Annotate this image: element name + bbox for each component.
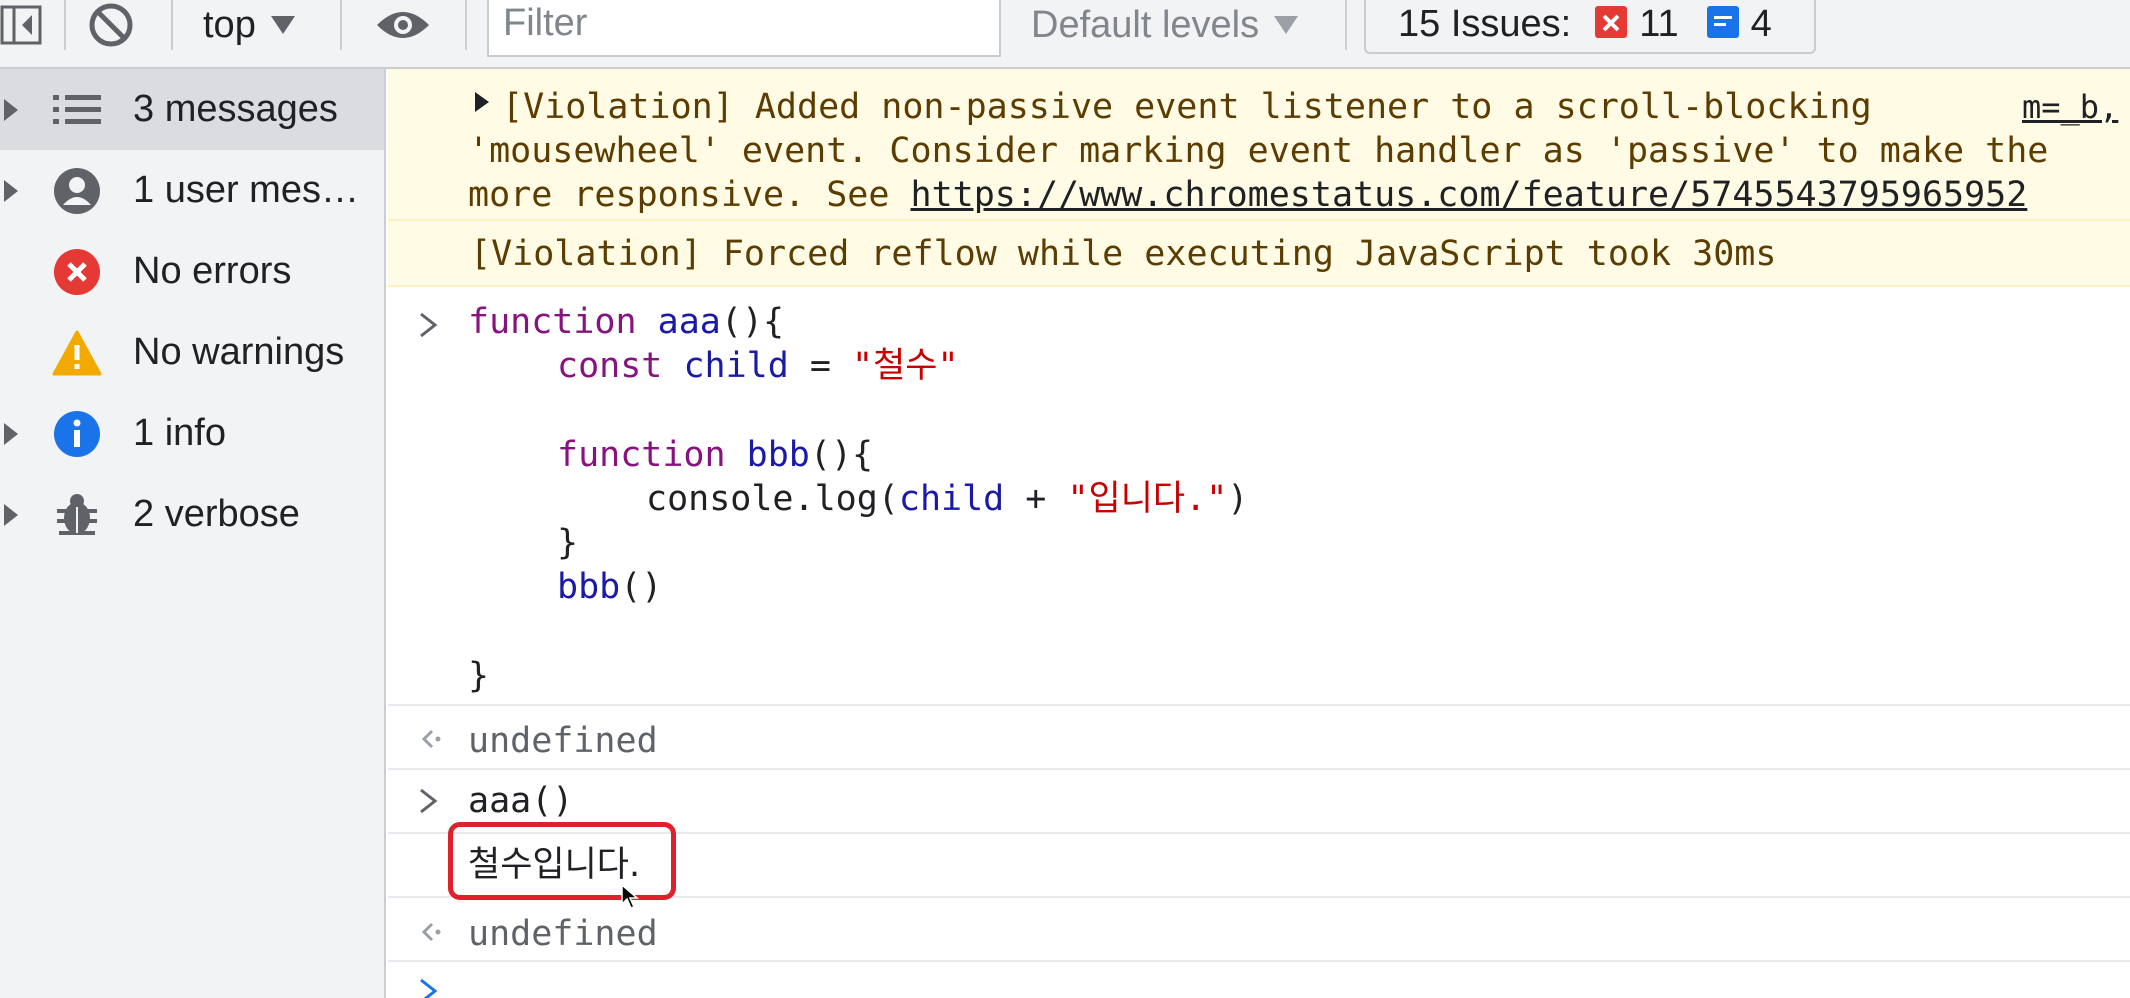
live-expression-eye-icon[interactable] — [375, 0, 431, 50]
violation-line-3: more responsive. See https://www.chromes… — [468, 173, 2027, 217]
context-label: top — [203, 3, 256, 46]
info-count: 4 — [1750, 2, 1772, 45]
expand-arrow-icon[interactable] — [4, 179, 18, 202]
sidebar-item-messages[interactable]: 3 messages — [0, 69, 384, 150]
violation-text: [Violation] Forced reflow while executin… — [470, 234, 1777, 274]
command-input: aaa() — [468, 781, 574, 821]
code-punct: (){ — [720, 302, 785, 342]
expand-arrow-icon[interactable] — [4, 98, 18, 121]
sidebar-item-info[interactable]: 1 info — [0, 393, 384, 474]
code-line-9: } — [468, 656, 490, 696]
violation-message[interactable]: [Violation] Added non-passive event list… — [388, 69, 2130, 221]
warning-icon — [50, 326, 104, 380]
context-selector[interactable]: top — [203, 0, 323, 50]
code-punct: = — [788, 346, 853, 386]
dropdown-arrow-icon — [270, 16, 295, 34]
sidebar-item-label: No errors — [133, 250, 292, 292]
sidebar-item-user-messages[interactable]: 1 user mes… — [0, 150, 384, 231]
expand-arrow-icon[interactable] — [474, 91, 490, 113]
console-input-prompt-icon[interactable] — [418, 977, 440, 998]
source-link[interactable]: m=_b, — [2022, 85, 2118, 129]
info-icon — [50, 407, 104, 461]
annotation-highlight-box — [448, 822, 676, 900]
issues-label: 15 Issues: — [1398, 2, 1572, 45]
filter-placeholder: Filter — [503, 2, 588, 44]
result-value: undefined — [468, 914, 658, 954]
code-line-4: function bbb(){ — [557, 433, 873, 477]
filter-input[interactable]: Filter — [487, 0, 1001, 57]
code-punct: ) — [1227, 479, 1249, 519]
bug-icon — [50, 488, 104, 542]
log-levels-dropdown[interactable]: Default levels — [1031, 0, 1321, 50]
chromestatus-link[interactable]: https://www.chromestatus.com/feature/574… — [911, 175, 2028, 215]
code-line-5: console.log(child + "입니다.") — [646, 477, 1248, 521]
input-prompt-icon — [420, 788, 438, 814]
dropdown-arrow-icon — [1274, 16, 1299, 34]
console-sidebar: 3 messages 1 user mes… No errors No warn… — [0, 69, 386, 998]
function-name: aaa — [657, 302, 721, 342]
return-value-icon — [421, 922, 441, 942]
keyword: function — [468, 302, 637, 342]
result-value: undefined — [468, 721, 658, 761]
string-literal: "입니다." — [1067, 479, 1228, 519]
variable: child — [683, 346, 789, 386]
return-value-icon — [421, 729, 441, 749]
keyword: function — [557, 435, 726, 475]
string-literal: "철수" — [852, 346, 959, 386]
error-count: 11 — [1639, 2, 1679, 45]
function-name: bbb — [746, 435, 810, 475]
issues-button[interactable]: 15 Issues: 11 4 — [1364, 0, 1816, 54]
console-toolbar: top Filter Default levels 15 Issues: 11 — [0, 0, 2130, 69]
variable: child — [898, 479, 1005, 519]
code-punct: () — [620, 567, 663, 607]
code-punct: (){ — [809, 435, 874, 475]
user-icon — [50, 164, 104, 218]
input-prompt-icon — [420, 312, 438, 338]
error-icon — [50, 245, 104, 299]
keyword: const — [557, 346, 663, 386]
violation-line-2: 'mousewheel' event. Consider marking eve… — [468, 131, 2049, 171]
sidebar-item-label: 3 messages — [133, 88, 338, 130]
violation-line-1: [Violation] Added non-passive event list… — [502, 87, 1872, 127]
log-levels-label: Default levels — [1031, 3, 1260, 46]
sidebar-item-errors[interactable]: No errors — [0, 231, 384, 312]
sidebar-item-label: No warnings — [133, 331, 345, 373]
code-object: console.log( — [646, 479, 899, 519]
expand-arrow-icon[interactable] — [4, 503, 18, 526]
clear-console-icon[interactable] — [88, 0, 136, 50]
mouse-cursor-icon — [621, 884, 639, 909]
code-line-6: } — [557, 523, 579, 563]
code-operator: + — [1004, 479, 1068, 519]
expand-arrow-icon[interactable] — [4, 422, 18, 445]
sidebar-item-label: 1 user mes… — [133, 169, 359, 211]
code-line-1: function aaa(){ — [468, 300, 784, 344]
toggle-sidebar-icon[interactable] — [0, 0, 44, 50]
code-line-2: const child = "철수" — [557, 344, 959, 388]
sidebar-item-verbose[interactable]: 2 verbose — [0, 474, 384, 555]
sidebar-item-warnings[interactable]: No warnings — [0, 312, 384, 393]
code-line-7: bbb() — [557, 565, 662, 609]
message-badge-icon — [1706, 6, 1739, 38]
sidebar-item-label: 1 info — [133, 412, 226, 454]
list-icon — [50, 83, 104, 137]
error-badge-icon — [1595, 6, 1628, 38]
violation-message[interactable]: [Violation] Forced reflow while executin… — [388, 221, 2130, 287]
sidebar-item-label: 2 verbose — [133, 493, 300, 535]
function-name: bbb — [557, 567, 621, 607]
violation-line-3-prefix: more responsive. See — [468, 175, 911, 215]
